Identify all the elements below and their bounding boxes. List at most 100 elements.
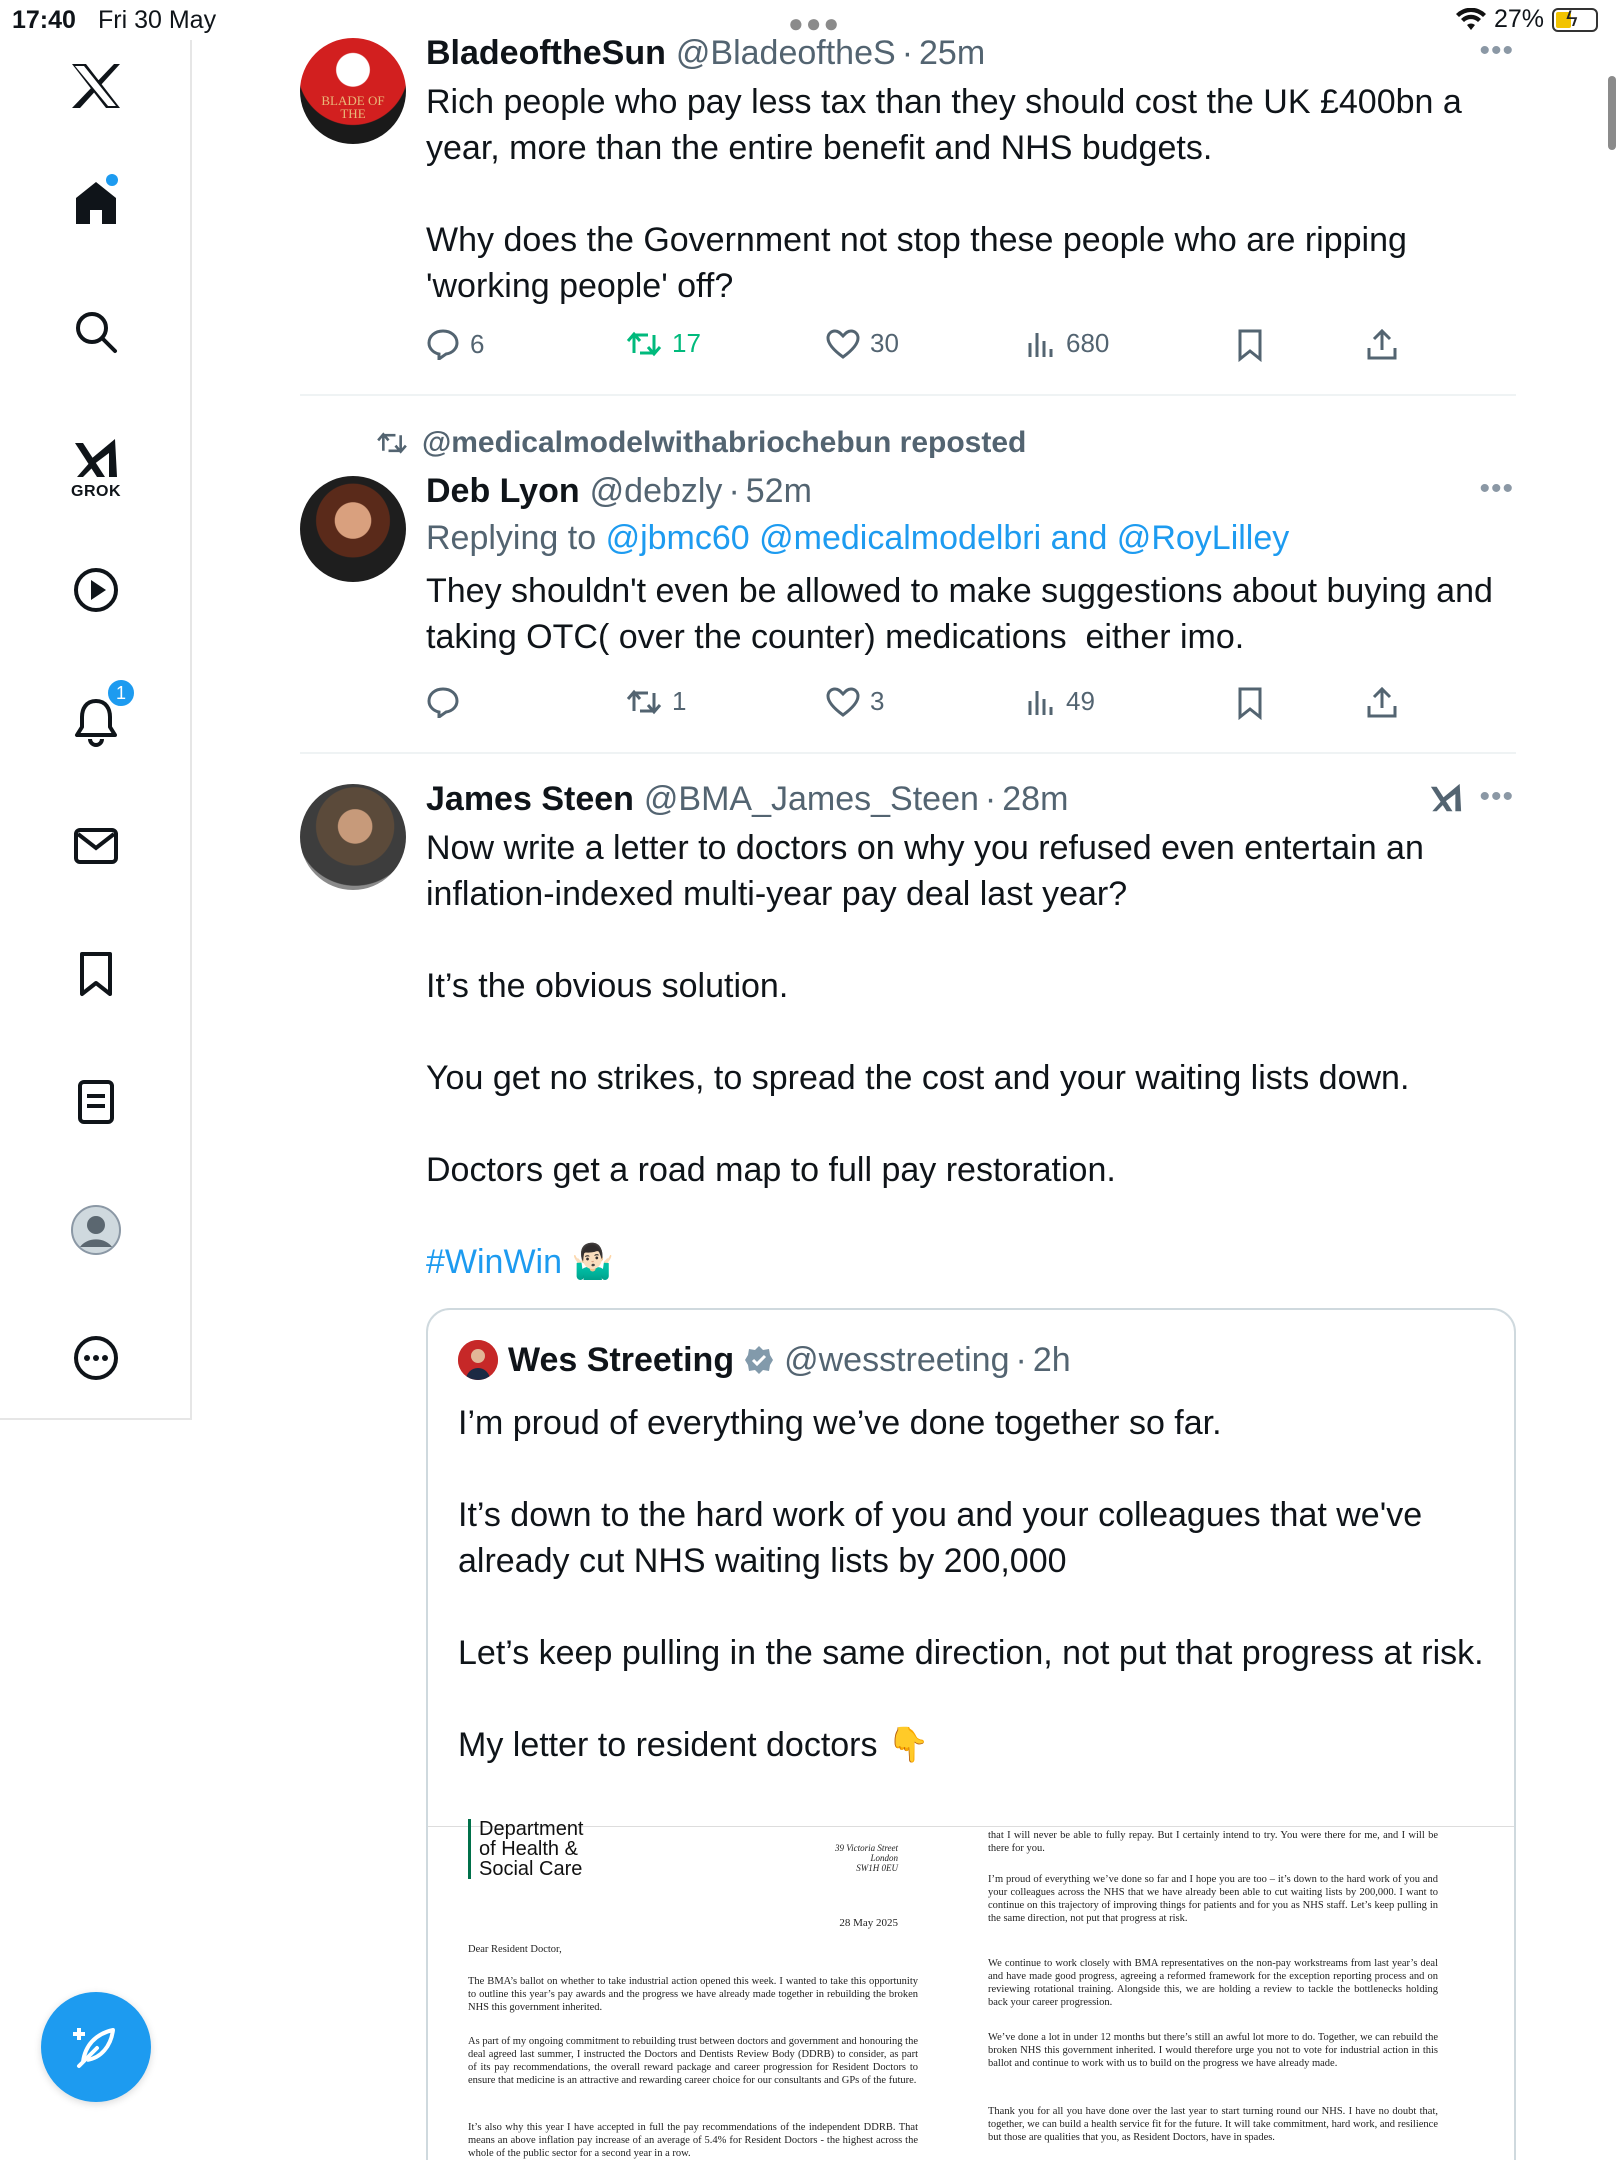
- author-handle[interactable]: @BladeoftheS: [676, 34, 896, 73]
- bookmark-button[interactable]: [1236, 328, 1264, 362]
- letter-image[interactable]: Department of Health & Social Care 39 Vi…: [428, 1819, 1514, 2160]
- nav-home[interactable]: [0, 174, 192, 228]
- nav-messages[interactable]: [0, 820, 192, 872]
- nav-lists[interactable]: [0, 1076, 192, 1128]
- bookmark-icon: [80, 952, 112, 996]
- author-name[interactable]: Deb Lyon: [426, 472, 580, 511]
- nav-grok[interactable]: GROK: [0, 424, 192, 514]
- play-icon: [74, 568, 118, 612]
- post-header: Deb Lyon @debzly · 52m: [426, 472, 1516, 511]
- author-name[interactable]: James Steen: [426, 780, 634, 819]
- repost-count: 17: [672, 328, 701, 358]
- nav-videos[interactable]: [0, 564, 192, 616]
- nav-profile[interactable]: [0, 1204, 192, 1256]
- nav-more[interactable]: [0, 1332, 192, 1384]
- hashtag-link[interactable]: #WinWin 🤷🏻‍♂️: [426, 1239, 1516, 1285]
- view-count: 49: [1066, 686, 1095, 716]
- repost-by: @medicalmodelwithabriochebun reposted: [422, 426, 1027, 459]
- view-count: 680: [1066, 328, 1110, 358]
- like-count: 30: [870, 328, 899, 358]
- post-james-steen[interactable]: James Steen @BMA_James_Steen · 28m ••• N…: [300, 780, 1516, 2160]
- divider: [300, 752, 1516, 754]
- quote-avatar[interactable]: [458, 1340, 498, 1380]
- post-header: James Steen @BMA_James_Steen · 28m: [426, 780, 1516, 819]
- search-icon: [76, 312, 117, 353]
- dot-separator: ·: [984, 780, 997, 818]
- post-time[interactable]: 28m: [1002, 780, 1068, 819]
- like-count: 3: [870, 686, 885, 716]
- grok-icon[interactable]: [1428, 782, 1464, 816]
- like-button[interactable]: 3: [826, 686, 884, 717]
- reply-count: 6: [470, 328, 485, 359]
- author-handle[interactable]: @BMA_James_Steen: [644, 780, 979, 819]
- repost-button[interactable]: 17: [626, 328, 701, 359]
- quote-author-handle[interactable]: @wesstreeting: [784, 1341, 1009, 1380]
- avatar[interactable]: [300, 476, 406, 582]
- x-logo-icon[interactable]: [0, 60, 192, 112]
- repost-button[interactable]: 1: [626, 686, 686, 717]
- nav-notifications[interactable]: 1: [0, 678, 192, 750]
- more-options-icon[interactable]: •••: [1479, 780, 1514, 814]
- post-text: Rich people who pay less tax than they s…: [426, 83, 1462, 305]
- avatar[interactable]: [300, 784, 406, 890]
- quote-time[interactable]: 2h: [1033, 1341, 1071, 1380]
- grok-icon: [75, 439, 117, 477]
- dot-separator: ·: [728, 472, 740, 510]
- repost-icon: [626, 689, 662, 714]
- letter-address: 39 Victoria Street London SW1H 0EU: [835, 1843, 898, 1873]
- avatar[interactable]: BLADE OF THE: [300, 38, 406, 144]
- author-name[interactable]: BladeoftheSun: [426, 34, 666, 73]
- share-icon: [1367, 686, 1397, 718]
- letter-paragraph: As part of my ongoing commitment to rebu…: [468, 2036, 918, 2086]
- mail-icon: [74, 828, 118, 864]
- share-button[interactable]: [1366, 328, 1398, 362]
- bookmark-button[interactable]: [1236, 686, 1264, 720]
- post-header: BladeoftheSun @BladeoftheS · 25m: [426, 34, 1516, 73]
- post-actions: 6 17 30 680: [426, 328, 1426, 368]
- repost-count: 1: [672, 686, 687, 716]
- list-icon: [78, 1080, 114, 1124]
- analytics-icon: [1028, 690, 1053, 715]
- heart-icon: [826, 686, 860, 717]
- battery-percent: 27%: [1493, 5, 1544, 33]
- verified-badge-icon: [744, 1345, 774, 1375]
- quote-author-name[interactable]: Wes Streeting: [508, 1341, 734, 1380]
- quoted-post[interactable]: Wes Streeting @wesstreeting · 2h I’m pro…: [426, 1308, 1516, 2160]
- letter-paragraph: I’m proud of everything we’ve done so fa…: [988, 1874, 1438, 1924]
- nav-bookmarks[interactable]: [0, 948, 192, 1000]
- reply-button[interactable]: 6: [426, 328, 484, 360]
- like-button[interactable]: 30: [826, 328, 899, 359]
- post-deb-lyon[interactable]: Deb Lyon @debzly · 52m ••• Replying to @…: [300, 472, 1516, 732]
- letter-date: 28 May 2025: [839, 1917, 898, 1929]
- repost-context[interactable]: @medicalmodelwithabriochebun reposted: [376, 426, 1026, 460]
- post-actions: 1 3 49: [426, 686, 1426, 726]
- author-handle[interactable]: @debzly: [590, 472, 723, 511]
- more-circle-icon: [74, 1336, 118, 1380]
- status-date: Fri 30 May: [98, 6, 217, 34]
- battery-icon: ϟ: [1552, 6, 1598, 32]
- post-bladeofthesun[interactable]: BLADE OF THE BladeoftheSun @BladeoftheS …: [300, 34, 1516, 374]
- reply-icon: [427, 687, 459, 718]
- more-options-icon[interactable]: •••: [1479, 34, 1514, 68]
- letter-paragraph: The BMA’s ballot on whether to take indu…: [468, 1976, 918, 2013]
- dot-separator: ·: [901, 34, 914, 72]
- post-time[interactable]: 52m: [746, 472, 812, 511]
- share-button[interactable]: [1366, 686, 1398, 720]
- post-text: Now write a letter to doctors on why you…: [426, 829, 1424, 1189]
- avatar-text: BLADE OF THE: [321, 93, 385, 121]
- post-time[interactable]: 25m: [919, 34, 985, 73]
- share-icon: [1367, 328, 1397, 360]
- replying-to: Replying to @jbmc60 @medicalmodelbri and…: [426, 519, 1516, 558]
- letter-dept-logo: Department of Health & Social Care: [468, 1819, 584, 1879]
- reply-mentions[interactable]: @jbmc60 @medicalmodelbri and @RoyLilley: [606, 519, 1290, 557]
- scrollbar[interactable]: [1608, 76, 1616, 150]
- compose-button[interactable]: [41, 1992, 151, 2102]
- views-button[interactable]: 49: [1026, 686, 1095, 717]
- more-options-icon[interactable]: •••: [1479, 472, 1514, 506]
- notifications-badge: 1: [106, 678, 136, 708]
- views-button[interactable]: 680: [1026, 328, 1109, 359]
- letter-paragraph: Thank you for all you have done over the…: [988, 2106, 1438, 2143]
- nav-explore[interactable]: [0, 306, 192, 358]
- reply-button[interactable]: [426, 686, 470, 718]
- compose-feather-icon: [73, 2028, 115, 2068]
